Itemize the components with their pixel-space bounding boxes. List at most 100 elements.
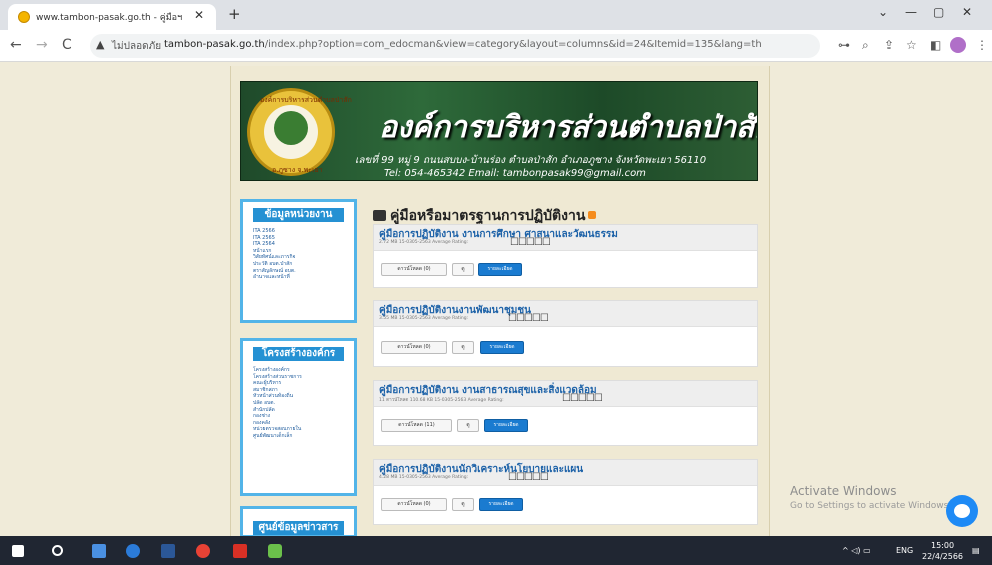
activate-windows-subtitle: Go to Settings to activate Windows. [790,501,952,511]
share-icon[interactable]: ⇪ [884,38,894,52]
acrobat-icon[interactable] [233,544,247,558]
sidebar-link[interactable]: ITA 2566 [253,228,296,235]
sidebar-link[interactable]: ประวัติ อบต.ป่าสัก [253,261,296,268]
sidebar-link[interactable]: ศูนย์พัฒนาเด็กเล็ก [253,433,302,440]
document-header: คู่มือการปฏิบัติงาน งานสาธารณสุขและสิ่งแ… [374,381,757,407]
rating-stars[interactable]: ☐☐☐☐☐ [562,393,603,404]
url-host: tambon-pasak.go.th [164,39,265,50]
details-button[interactable]: รายละเอียด [478,263,522,276]
sidebar-link[interactable]: โครงสร้างองค์กร [253,367,302,374]
restore-window-button[interactable]: ▢ [933,5,944,19]
zoom-icon[interactable]: ⌕ [862,38,869,53]
url-text[interactable]: tambon-pasak.go.th/index.php?option=com_… [164,39,762,50]
document-header: คู่มือการปฏิบัติงานนักวิเคราะห์นโยบายและ… [374,460,757,486]
sidebar-box-news: ศูนย์ข้อมูลข่าวสาร [240,506,357,538]
sidebar-link[interactable]: สำนักปลัด [253,407,302,414]
sidebar-link[interactable]: กองช่าง [253,413,302,420]
sidebar-box-structure: โครงสร้างองค์กร โครงสร้างองค์กร โครงสร้า… [240,338,357,496]
back-button[interactable]: ← [10,37,22,53]
document-meta: 11 ดาวน์โหลด 110.68 KB 15-0305-2563 Aver… [379,398,504,403]
clock[interactable]: 15:00 22/4/2566 [922,540,963,562]
rating-stars[interactable]: ☐☐☐☐☐ [510,237,551,248]
word-icon[interactable] [161,544,175,558]
teams-icon[interactable] [126,544,140,558]
sidebar-link[interactable]: ITA 2565 [253,235,296,242]
url-path: /index.php?option=com_edocman&view=categ… [264,39,762,50]
browser-tab[interactable]: www.tambon-pasak.go.th - คู่มือฯ ✕ [8,4,216,30]
key-icon[interactable]: ⊶ [838,38,850,52]
view-button[interactable]: ดู [452,263,474,276]
organization-address: เลขที่ 99 หมู่ 9 ถนนสบบง-บ้านร่อง ตำบลป่… [355,155,707,166]
sidebar-box-agency-info: ข้อมูลหน่วยงาน ITA 2566 ITA 2565 ITA 256… [240,199,357,323]
details-button[interactable]: รายละเอียด [479,498,523,511]
download-button[interactable]: ดาวน์โหลด (11) [381,419,452,432]
file-explorer-icon[interactable] [92,544,106,558]
sidebar-link[interactable]: อำนาจและหน้าที่ [253,274,296,281]
sidebar-link[interactable]: คณะผู้บริหาร [253,380,302,387]
seal-bottom-text: อ.ภูซาง จ.พะเยา [272,166,323,174]
rating-stars[interactable]: ☐☐☐☐☐ [508,472,549,483]
seal-top-text: องค์การบริหารส่วนตำบลป่าสัก [260,96,352,104]
download-button[interactable]: ดาวน์โหลด (0) [381,341,447,354]
sidepanel-icon[interactable]: ◧ [930,38,941,52]
rss-icon[interactable] [588,211,597,219]
new-tab-button[interactable]: + [228,5,241,23]
language-indicator[interactable]: ENG [896,546,913,555]
reload-button[interactable]: C [62,37,72,53]
download-button[interactable]: ดาวน์โหลด (0) [381,498,447,511]
tree-icon [274,111,308,145]
organization-name: องค์การบริหารส่วนตำบลป่าสัก [379,110,758,145]
document-item: คู่มือการปฏิบัติงาน งานการศึกษา ศาสนาและ… [373,224,758,288]
security-label[interactable]: ไม่ปลอดภัย [112,39,161,54]
paint-icon[interactable] [268,544,282,558]
minimize-window-button[interactable]: — [905,5,917,19]
download-button[interactable]: ดาวน์โหลด (0) [381,263,447,276]
messenger-icon [954,504,970,518]
close-window-button[interactable]: ✕ [962,5,972,19]
document-header: คู่มือการปฏิบัติงานงานพัฒนาชุมชน 3.55 MB… [374,301,757,327]
document-meta: 2.72 MB 15-0305-2563 Average Rating: [379,240,469,245]
details-button[interactable]: รายละเอียด [480,341,524,354]
warning-icon[interactable]: ▲ [96,38,104,51]
document-meta: 4.28 MB 15-0305-2563 Average Rating: [379,475,469,480]
clock-time: 15:00 [930,541,955,550]
chrome-icon[interactable] [196,544,210,558]
organization-seal-logo: องค์การบริหารส่วนตำบลป่าสัก อ.ภูซาง จ.พะ… [247,88,352,176]
view-button[interactable]: ดู [452,341,474,354]
sidebar-link[interactable]: หน่วยตรวจสอบภายใน [253,426,302,433]
tab-title: www.tambon-pasak.go.th - คู่มือฯ [36,13,183,23]
sidebar-link-list: โครงสร้างองค์กร โครงสร้างส่วนราชการ คณะผ… [253,367,302,440]
clock-date: 22/4/2566 [922,552,964,561]
forward-button[interactable]: → [36,37,48,53]
rating-stars[interactable]: ☐☐☐☐☐ [508,313,549,324]
menu-icon[interactable]: ⋮ [976,38,988,52]
category-title-text: คู่มือหรือมาตรฐานการปฏิบัติงาน [390,208,586,224]
sidebar-link[interactable]: หัวหน้าส่วนท้องถิ่น [253,393,302,400]
tab-close-icon[interactable]: ✕ [194,8,204,22]
address-bar[interactable]: ▲ ไม่ปลอดภัย tambon-pasak.go.th/index.ph… [90,34,820,58]
sidebar-link[interactable]: ITA 2564 [253,241,296,248]
notification-icon[interactable]: ▤ [972,546,980,555]
view-button[interactable]: ดู [457,419,479,432]
document-item: คู่มือการปฏิบัติงาน งานสาธารณสุขและสิ่งแ… [373,380,758,446]
search-icon[interactable] [52,545,63,556]
browser-toolbar: ← → C ▲ ไม่ปลอดภัย tambon-pasak.go.th/in… [0,30,992,62]
sidebar-heading: โครงสร้างองค์กร [253,347,344,361]
activate-windows-title: Activate Windows [790,484,897,498]
tab-search-dropdown-icon[interactable]: ⌄ [878,5,888,19]
profile-avatar[interactable] [950,37,966,53]
browser-tab-bar: www.tambon-pasak.go.th - คู่มือฯ ✕ + ⌄ —… [0,0,992,30]
messenger-chat-button[interactable] [946,495,978,527]
folder-icon [373,210,386,221]
document-item: คู่มือการปฏิบัติงานงานพัฒนาชุมชน 3.55 MB… [373,300,758,367]
sidebar-link[interactable]: วิสัยทัศน์และภารกิจ [253,254,296,261]
star-icon[interactable]: ☆ [906,38,917,52]
site-banner: องค์การบริหารส่วนตำบลป่าสัก อ.ภูซาง จ.พะ… [240,81,758,181]
details-button[interactable]: รายละเอียด [484,419,528,432]
system-tray-icons[interactable]: ^ ◁) ▭ [842,546,871,555]
sidebar-link-list: ITA 2566 ITA 2565 ITA 2564 หน้าแรก วิสัย… [253,228,296,281]
view-button[interactable]: ดู [452,498,474,511]
document-header: คู่มือการปฏิบัติงาน งานการศึกษา ศาสนาและ… [374,225,757,251]
windows-start-icon[interactable] [12,545,24,557]
sidebar-link[interactable]: ปลัด อบต. [253,400,302,407]
